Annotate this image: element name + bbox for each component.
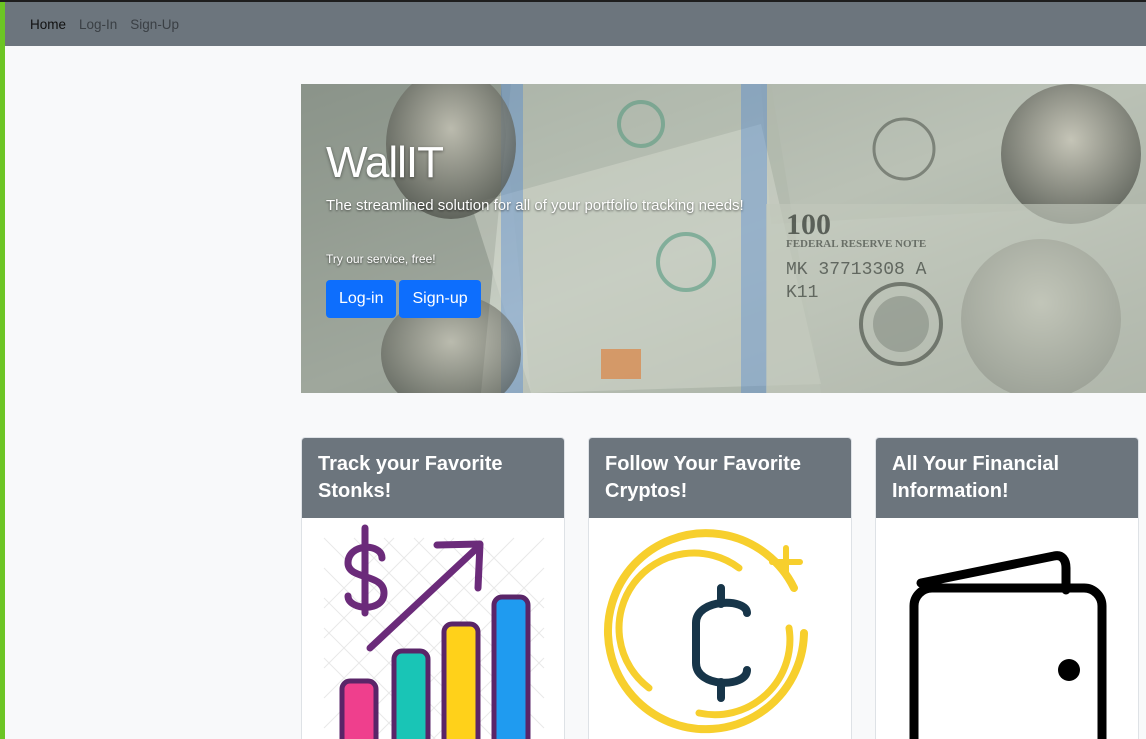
bill-serial-text: MK 37713308 A: [786, 260, 927, 280]
card-title-stonks: Track your Favorite Stonks!: [302, 438, 564, 518]
navbar: Home Log-In Sign-Up: [5, 2, 1146, 46]
window-left-edge: [0, 0, 5, 739]
stock-growth-chart-icon: [323, 524, 545, 739]
signup-button[interactable]: Sign-up: [399, 280, 481, 318]
hero-subtitle: The streamlined solution for all of your…: [326, 197, 744, 214]
nav-link-login[interactable]: Log-In: [79, 17, 117, 32]
feature-card-stonks: Track your Favorite Stonks!: [301, 437, 565, 739]
card-title-cryptos: Follow Your Favorite Cryptos!: [589, 438, 851, 518]
bill-reserve-text: FEDERAL RESERVE NOTE: [786, 238, 926, 250]
bill-code-text: K11: [786, 283, 818, 303]
wallet-icon: [909, 551, 1107, 739]
hero-note: Try our service, free!: [326, 252, 436, 266]
nav-link-home[interactable]: Home: [30, 17, 66, 32]
feature-card-financial: All Your Financial Information!: [875, 437, 1139, 739]
hero-content: WallIT The streamlined solution for all …: [326, 138, 744, 318]
bill-denomination-text: 100: [786, 208, 831, 241]
login-button[interactable]: Log-in: [326, 280, 397, 318]
hero-title: WallIT: [326, 138, 444, 187]
crypto-coin-icon: [604, 529, 808, 734]
feature-card-cryptos: Follow Your Favorite Cryptos!: [588, 437, 852, 739]
card-title-financial: All Your Financial Information!: [876, 438, 1138, 518]
hero-banner: 100 FEDERAL RESERVE NOTE MK 37713308 A K…: [301, 84, 1146, 393]
hero-buttons: Log-in Sign-up: [326, 280, 744, 318]
nav-link-signup[interactable]: Sign-Up: [130, 17, 179, 32]
